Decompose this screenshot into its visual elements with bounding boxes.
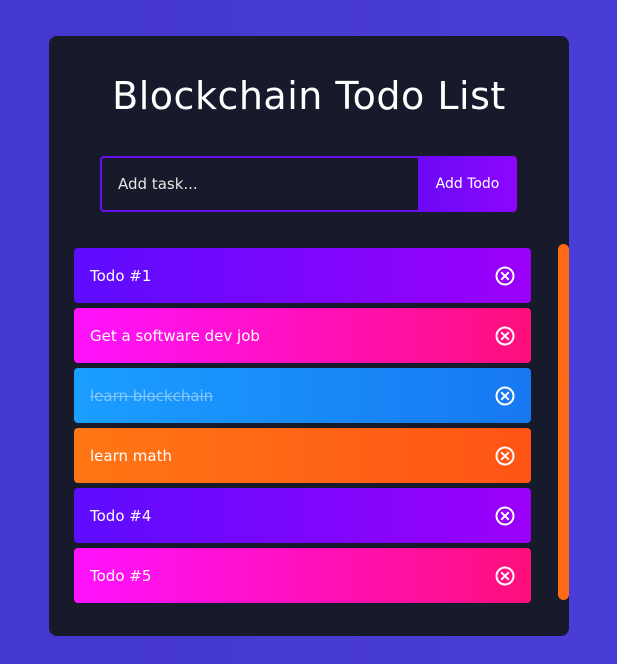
todo-item-text[interactable]: learn math <box>90 447 172 465</box>
todo-item-text[interactable]: Todo #1 <box>90 267 151 285</box>
todo-app: Blockchain Todo List Add Todo Todo #1 Ge… <box>49 36 569 636</box>
todo-item[interactable]: Get a software dev job <box>74 308 531 363</box>
close-circle-icon[interactable] <box>495 326 515 346</box>
page-title: Blockchain Todo List <box>112 74 506 118</box>
todo-item-text[interactable]: learn blockchain <box>90 387 213 405</box>
todo-item-text[interactable]: Todo #4 <box>90 507 151 525</box>
add-todo-button[interactable]: Add Todo <box>418 156 517 212</box>
todo-item[interactable]: Todo #5 <box>74 548 531 603</box>
todo-item[interactable]: Todo #4 <box>74 488 531 543</box>
todo-item-complete[interactable]: learn blockchain <box>74 368 531 423</box>
close-circle-icon[interactable] <box>495 386 515 406</box>
todo-item-text[interactable]: Todo #5 <box>90 567 151 585</box>
close-circle-icon[interactable] <box>495 266 515 286</box>
todo-item[interactable]: learn math <box>74 428 531 483</box>
close-circle-icon[interactable] <box>495 506 515 526</box>
todo-item-text[interactable]: Get a software dev job <box>90 327 260 345</box>
todo-item[interactable]: Todo #1 <box>74 248 531 303</box>
add-task-input[interactable] <box>100 156 418 212</box>
close-circle-icon[interactable] <box>495 446 515 466</box>
todo-form: Add Todo <box>100 156 517 212</box>
scrollbar-thumb[interactable] <box>558 244 569 600</box>
todo-list: Todo #1 Get a software dev job learn blo… <box>74 248 531 608</box>
close-circle-icon[interactable] <box>495 566 515 586</box>
